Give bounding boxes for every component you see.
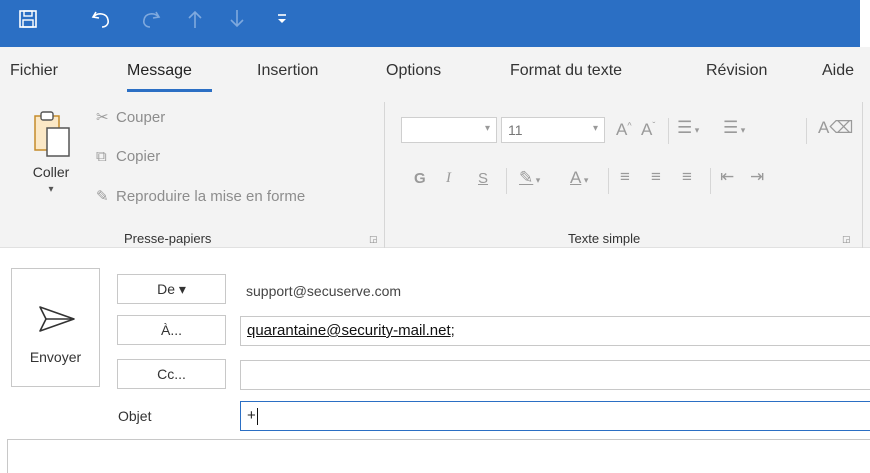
shrink-font-icon[interactable]: Aˇ bbox=[641, 120, 655, 140]
bold-button[interactable]: G bbox=[414, 170, 426, 187]
format-painter-icon: ✎ bbox=[96, 188, 109, 205]
tab-insertion[interactable]: Insertion bbox=[257, 62, 318, 80]
group-label-basic-text: Texte simple bbox=[568, 231, 641, 246]
cc-field[interactable] bbox=[240, 360, 870, 390]
paste-icon bbox=[33, 110, 71, 163]
send-icon bbox=[38, 305, 76, 338]
recipient-separator: ; bbox=[450, 322, 455, 339]
arrow-up-icon[interactable] bbox=[186, 8, 204, 30]
subject-value: + bbox=[247, 407, 256, 424]
separator bbox=[608, 168, 609, 194]
highlight-icon[interactable]: ✎ ▾ bbox=[519, 168, 540, 188]
paste-label: Coller bbox=[32, 164, 70, 180]
align-center-icon[interactable]: ≡ bbox=[651, 167, 661, 187]
paste-button[interactable]: Coller ▾ bbox=[18, 106, 84, 206]
arrow-down-icon[interactable] bbox=[228, 8, 246, 30]
chevron-down-icon: ▾ bbox=[484, 123, 490, 134]
clipboard-launcher-icon[interactable]: ◲ bbox=[369, 234, 378, 245]
group-separator bbox=[384, 102, 385, 248]
font-size-select[interactable]: 11 ▾ bbox=[501, 117, 605, 143]
to-button[interactable]: À... bbox=[117, 315, 226, 345]
send-button[interactable]: Envoyer bbox=[11, 268, 100, 387]
tab-revision[interactable]: Révision bbox=[706, 62, 767, 80]
recipient-chip[interactable]: quarantaine@security-mail.net bbox=[247, 322, 451, 339]
from-value: support@secuserve.com bbox=[246, 283, 402, 299]
italic-button[interactable]: I bbox=[446, 170, 451, 187]
tab-fichier[interactable]: Fichier bbox=[10, 62, 58, 80]
active-tab-indicator bbox=[127, 89, 212, 92]
cut-label: Couper bbox=[116, 109, 166, 126]
basic-text-launcher-icon[interactable]: ◲ bbox=[842, 234, 851, 245]
separator bbox=[506, 168, 507, 194]
separator bbox=[806, 118, 807, 144]
chevron-down-icon: ▾ bbox=[592, 123, 598, 134]
tab-options[interactable]: Options bbox=[386, 62, 441, 80]
to-field[interactable]: quarantaine@security-mail.net; bbox=[240, 316, 870, 346]
format-painter-button[interactable]: ✎ Reproduire la mise en forme bbox=[96, 187, 305, 205]
numbering-icon[interactable]: ☰ ▾ bbox=[723, 118, 745, 138]
align-right-icon[interactable]: ≡ bbox=[682, 167, 692, 187]
subject-field[interactable]: + bbox=[240, 401, 870, 431]
message-body[interactable] bbox=[7, 439, 870, 473]
group-label-clipboard: Presse-papiers bbox=[124, 231, 212, 246]
title-bar bbox=[0, 0, 860, 47]
redo-icon[interactable] bbox=[138, 8, 162, 30]
format-painter-label: Reproduire la mise en forme bbox=[116, 188, 306, 205]
save-icon[interactable] bbox=[18, 8, 38, 30]
subject-label: Objet bbox=[118, 408, 152, 424]
cc-button[interactable]: Cc... bbox=[117, 359, 226, 389]
clear-formatting-icon[interactable]: A⌫ bbox=[818, 118, 853, 138]
copy-label: Copier bbox=[116, 148, 161, 165]
copy-icon: ⧉ bbox=[96, 148, 107, 165]
send-label: Envoyer bbox=[29, 349, 82, 365]
bullets-icon[interactable]: ☰ ▾ bbox=[677, 118, 699, 138]
ribbon-panel: Coller ▾ ✂ Couper ⧉ Copier ✎ Reproduire la … bbox=[0, 96, 870, 248]
outlook-compose-window: Fichier Message Insertion Options Format… bbox=[0, 0, 870, 473]
underline-button[interactable]: S bbox=[478, 170, 488, 187]
tab-aide[interactable]: Aide bbox=[822, 62, 854, 80]
text-cursor bbox=[256, 407, 258, 425]
separator bbox=[668, 118, 669, 144]
scissors-icon: ✂ bbox=[96, 109, 109, 126]
decrease-indent-icon[interactable]: ⇤ bbox=[720, 167, 734, 187]
increase-indent-icon[interactable]: ⇥ bbox=[750, 167, 764, 187]
font-name-select[interactable]: ▾ bbox=[401, 117, 497, 143]
font-color-icon[interactable]: A ▾ bbox=[570, 168, 588, 188]
from-button[interactable]: De ▾ bbox=[117, 274, 226, 304]
cut-button[interactable]: ✂ Couper bbox=[96, 108, 165, 126]
customize-qat-icon[interactable] bbox=[276, 8, 288, 30]
tab-message[interactable]: Message bbox=[127, 62, 192, 80]
font-size-value: 11 bbox=[508, 122, 523, 138]
group-separator bbox=[862, 102, 863, 248]
grow-font-icon[interactable]: A^ bbox=[616, 120, 632, 140]
chevron-down-icon: ▾ bbox=[48, 184, 54, 195]
tab-format-du-texte[interactable]: Format du texte bbox=[510, 62, 622, 80]
copy-button[interactable]: ⧉ Copier bbox=[96, 148, 160, 165]
undo-icon[interactable] bbox=[90, 8, 114, 30]
align-left-icon[interactable]: ≡ bbox=[620, 167, 630, 187]
separator bbox=[710, 168, 711, 194]
